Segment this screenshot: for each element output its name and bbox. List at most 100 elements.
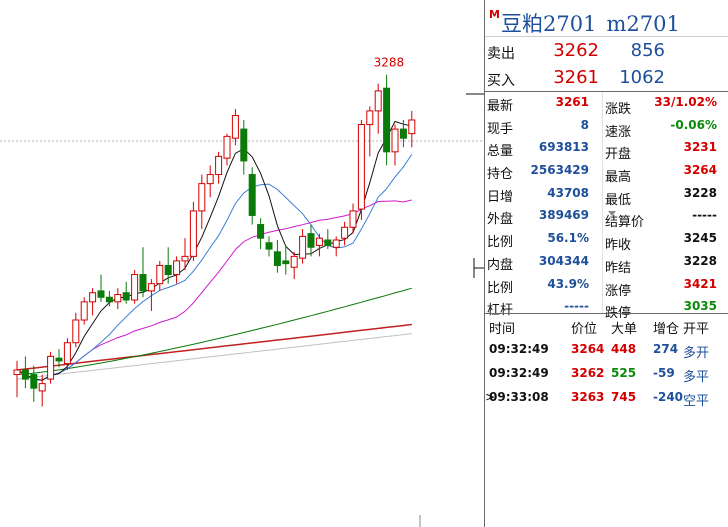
candle-body	[131, 274, 139, 301]
candle-body	[282, 260, 290, 265]
stat-value: 3245	[683, 231, 717, 246]
candle-body	[315, 237, 323, 246]
bid-price: 3261	[553, 67, 599, 88]
stat-value: 3228	[683, 253, 717, 268]
candle-body	[391, 128, 399, 153]
stats-row: 现手 8 速涨 -0.06%	[485, 115, 728, 140]
candle-body	[399, 128, 407, 139]
trade-row[interactable]: 09:32:49 3264 448 274 多开	[485, 338, 728, 362]
candle-body	[240, 128, 248, 162]
stat-label: 比例	[487, 280, 514, 296]
stat-label: 内盘	[487, 257, 514, 273]
kline-chart-svg[interactable]: 3288	[0, 0, 484, 527]
candle-body	[248, 174, 256, 216]
ask-row[interactable]: 卖出 3262 856	[485, 37, 728, 64]
candle-body	[223, 135, 231, 159]
stat-label: 外盘	[487, 212, 514, 228]
stat-value: -----	[692, 208, 717, 223]
trade-open-close: 多开	[683, 346, 710, 361]
stat-label: 现手	[487, 121, 514, 137]
header-open-close: 开平	[683, 322, 710, 337]
candle-body	[273, 251, 281, 266]
ask-label: 卖出	[487, 46, 515, 62]
header-oi-change: 增仓	[653, 322, 680, 337]
candle-body	[349, 210, 357, 228]
instrument-code: m2701	[606, 12, 680, 36]
stat-value: 3228	[683, 185, 717, 200]
trade-row[interactable]: >09:33:08 3263 745 -240 空平	[485, 386, 728, 410]
stat-label: 持仓	[487, 167, 514, 183]
trade-volume: 525	[611, 366, 637, 380]
candle-body	[105, 296, 113, 303]
candle-body	[341, 226, 349, 239]
market-icon: M	[489, 8, 500, 21]
stat-value: 3261	[555, 95, 589, 109]
trade-price: 3263	[571, 390, 605, 404]
header-time: 时间	[489, 322, 516, 337]
candle-body	[80, 301, 88, 321]
candle-body	[324, 239, 332, 246]
header-volume: 大单	[611, 322, 638, 337]
stat-value: 3264	[683, 163, 717, 178]
stats-table: 最新 3261 涨跌 33/1.02% 现手 8 速涨 -0.06% 总量 693813 开盘 323…	[485, 92, 728, 321]
stat-value: 304344	[538, 253, 589, 268]
trade-rows: 09:32:49 3264 448 274 多开 09:32:49 3262 525 -59 多平…	[485, 338, 728, 410]
trade-volume: 745	[611, 390, 637, 404]
candle-body	[139, 274, 147, 292]
candle-body	[366, 110, 374, 126]
trade-time: 09:32:49	[489, 366, 549, 380]
stat-value: 43.9%	[547, 276, 589, 291]
stat-value: 3231	[683, 140, 717, 155]
stat-value: 3035	[683, 299, 717, 314]
candle-body	[357, 124, 365, 210]
trade-volume: 448	[611, 342, 637, 356]
candle-body	[122, 292, 130, 301]
trade-time: 09:32:49	[489, 342, 549, 356]
candle-body	[156, 264, 164, 285]
candle-body	[307, 233, 315, 248]
candle-body	[114, 294, 122, 303]
candle-body	[21, 369, 29, 380]
candle-body	[47, 355, 55, 380]
stats-row: 持仓 2563429 最高 3264	[485, 160, 728, 185]
candle-body	[332, 239, 340, 248]
trade-row[interactable]: 09:32:49 3262 525 -59 多平	[485, 362, 728, 386]
stat-label: 最新	[487, 99, 514, 114]
kline-chart[interactable]: 3288	[0, 0, 484, 527]
stat-value: 43708	[547, 185, 589, 200]
instrument-name-text: 豆粕2701	[501, 12, 597, 36]
stat-value: 389469	[538, 208, 589, 223]
trade-open-close: 多平	[683, 370, 710, 385]
stat-value: 693813	[538, 140, 589, 155]
stats-row: 最新 3261 涨跌 33/1.02%	[485, 92, 728, 117]
trades-header: 时间 价位 大单 增仓 开平	[485, 313, 728, 338]
candle-body	[147, 283, 155, 292]
candle-body	[257, 224, 265, 239]
stats-row: 比例 56.1% 昨收 3245	[485, 228, 728, 253]
candle-body	[30, 374, 38, 389]
trade-oi-change: -240	[653, 390, 684, 404]
candle-body	[265, 242, 273, 250]
stat-value: 3421	[683, 276, 717, 291]
candle-body	[164, 264, 172, 276]
stat-label: 总量	[487, 144, 514, 160]
bid-row[interactable]: 买入 3261 1062	[485, 64, 728, 92]
chevron-down-icon[interactable]	[608, 211, 616, 217]
trade-open-close: 空平	[683, 394, 710, 409]
header-price: 价位	[571, 322, 598, 337]
candle-body	[38, 383, 46, 392]
stats-row: 日增 43708 最低 3228	[485, 183, 728, 208]
candle-body	[231, 114, 239, 139]
candle-body	[299, 235, 307, 259]
candle-body	[72, 319, 80, 344]
candle-body	[383, 87, 391, 153]
candle-body	[63, 342, 71, 365]
candle-body	[181, 255, 189, 262]
high-price-label: 3288	[374, 56, 405, 70]
stats-row: 内盘 304344 昨结 3228	[485, 251, 728, 276]
trade-oi-change: -59	[653, 366, 675, 380]
candle-body	[198, 183, 206, 212]
stats-row: 总量 693813 开盘 3231	[485, 137, 728, 162]
stat-label: 日增	[487, 189, 514, 205]
trade-price: 3262	[571, 366, 605, 380]
